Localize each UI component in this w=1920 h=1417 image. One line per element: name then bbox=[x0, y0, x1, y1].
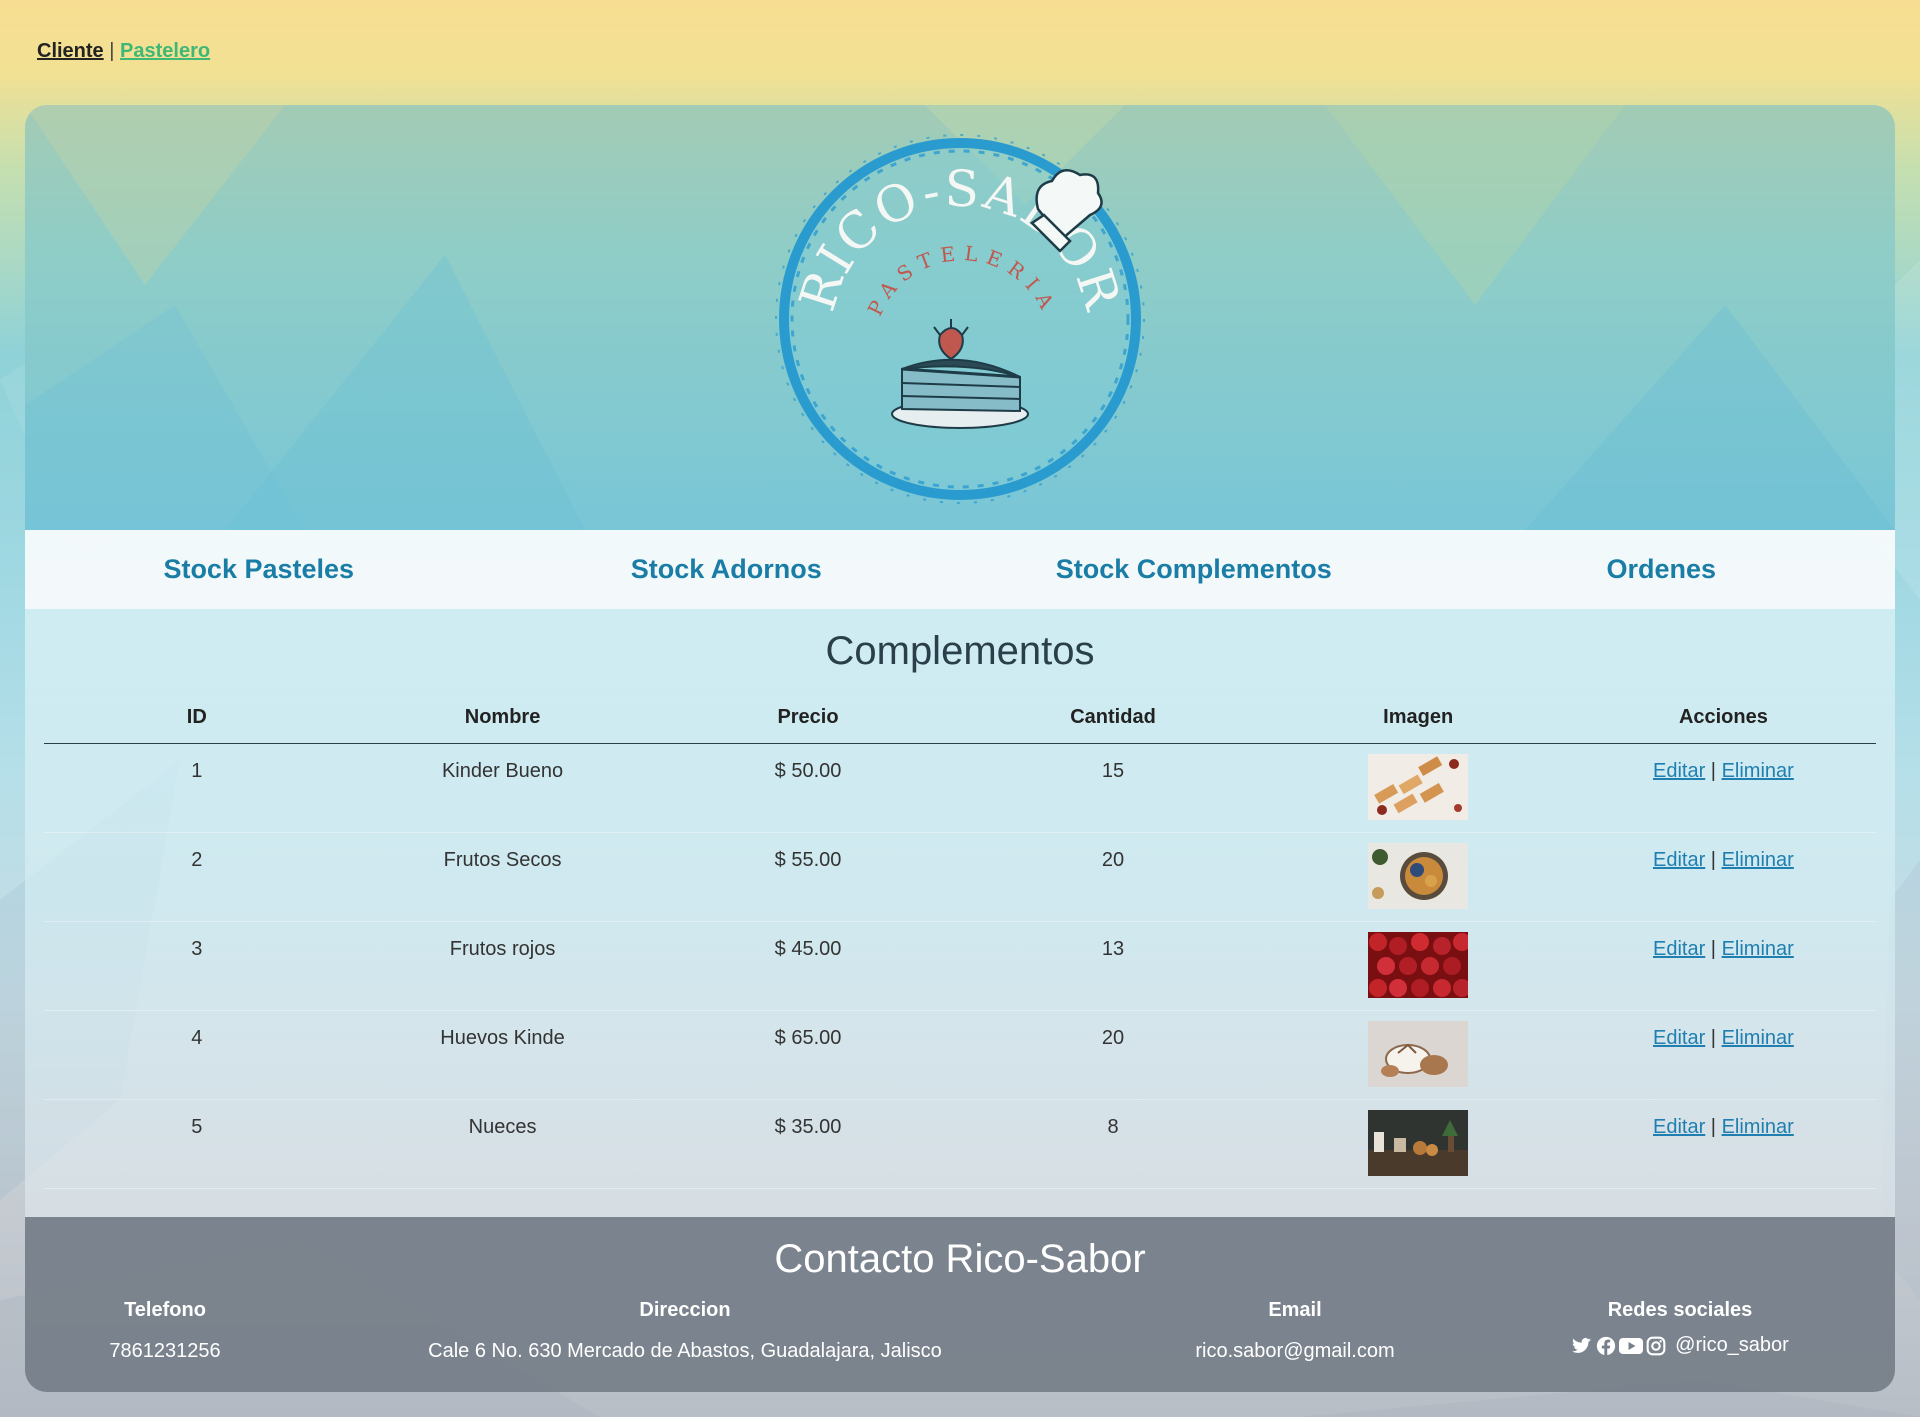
cell-id: 3 bbox=[44, 921, 350, 1011]
topnav-separator: | bbox=[109, 40, 115, 62]
twitter-icon[interactable] bbox=[1571, 1336, 1593, 1356]
telefono-label: Telefono bbox=[124, 1299, 206, 1321]
delete-link[interactable]: Eliminar bbox=[1722, 849, 1794, 871]
edit-link[interactable]: Editar bbox=[1653, 1027, 1705, 1049]
cell-precio: $ 65.00 bbox=[655, 1010, 961, 1100]
instagram-icon[interactable] bbox=[1646, 1336, 1666, 1356]
kinder-bueno-image bbox=[1368, 754, 1469, 820]
facebook-icon[interactable] bbox=[1596, 1336, 1616, 1356]
delete-link[interactable]: Eliminar bbox=[1722, 760, 1794, 782]
main-card: RICO-SABOR PASTELERIA bbox=[25, 105, 1895, 1392]
actions-separator: | bbox=[1710, 849, 1716, 871]
email-label: Email bbox=[1268, 1299, 1322, 1321]
table-header-row: ID Nombre Precio Cantidad Imagen Accione… bbox=[44, 691, 1876, 744]
actions-separator: | bbox=[1710, 1116, 1716, 1138]
redes-label: Redes sociales bbox=[1607, 1299, 1753, 1321]
direccion-label: Direccion bbox=[639, 1299, 731, 1321]
delete-link[interactable]: Eliminar bbox=[1722, 1027, 1794, 1049]
delete-link[interactable]: Eliminar bbox=[1722, 1116, 1794, 1138]
cell-nombre: Kinder Bueno bbox=[349, 743, 656, 833]
rico-sabor-logo: RICO-SABOR PASTELERIA bbox=[770, 129, 1150, 509]
cell-cantidad: 20 bbox=[960, 1010, 1266, 1100]
cell-acciones: Editar | Eliminar bbox=[1570, 921, 1876, 1011]
cell-imagen bbox=[1265, 1099, 1571, 1189]
youtube-icon[interactable] bbox=[1619, 1336, 1644, 1356]
cell-cantidad: 8 bbox=[960, 1099, 1266, 1189]
delete-link[interactable]: Eliminar bbox=[1722, 938, 1794, 960]
header-imagen: Imagen bbox=[1265, 691, 1571, 744]
edit-link[interactable]: Editar bbox=[1653, 1116, 1705, 1138]
footer-title: Contacto Rico-Sabor bbox=[774, 1237, 1146, 1281]
cell-nombre: Huevos Kinde bbox=[349, 1010, 656, 1100]
cell-id: 4 bbox=[44, 1010, 350, 1100]
cell-cantidad: 20 bbox=[960, 832, 1266, 922]
header-id: ID bbox=[44, 691, 350, 744]
table-row: 2 Frutos Secos $ 55.00 20 Editar | Elimi… bbox=[44, 832, 1876, 922]
table-row: 1 Kinder Bueno $ 50.00 15 Editar | Elimi… bbox=[44, 743, 1876, 833]
edit-link[interactable]: Editar bbox=[1653, 760, 1705, 782]
cell-acciones: Editar | Eliminar bbox=[1570, 832, 1876, 922]
email-value: rico.sabor@gmail.com bbox=[1195, 1340, 1395, 1362]
header-acciones: Acciones bbox=[1570, 691, 1876, 744]
footer-telefono: Telefono 7861231256 bbox=[65, 1299, 265, 1363]
cell-acciones: Editar | Eliminar bbox=[1570, 743, 1876, 833]
cell-imagen bbox=[1265, 832, 1571, 922]
edit-link[interactable]: Editar bbox=[1653, 938, 1705, 960]
huevos-kinder-image bbox=[1368, 1021, 1469, 1087]
header-nombre: Nombre bbox=[349, 691, 656, 744]
header-cantidad: Cantidad bbox=[960, 691, 1266, 744]
cell-acciones: Editar | Eliminar bbox=[1570, 1099, 1876, 1189]
direccion-value: Cale 6 No. 630 Mercado de Abastos, Guada… bbox=[428, 1340, 942, 1362]
social-handle: @rico_sabor bbox=[1675, 1334, 1789, 1356]
cell-imagen bbox=[1265, 921, 1571, 1011]
actions-separator: | bbox=[1710, 938, 1716, 960]
frutos-secos-image bbox=[1368, 843, 1469, 909]
social-links: @rico_sabor bbox=[1535, 1334, 1825, 1357]
hero-banner: RICO-SABOR PASTELERIA bbox=[25, 105, 1895, 530]
menu-stock-complementos[interactable]: Stock Complementos bbox=[960, 554, 1428, 585]
cell-id: 2 bbox=[44, 832, 350, 922]
table-row: 5 Nueces $ 35.00 8 Editar | Eliminar bbox=[44, 1099, 1876, 1189]
telefono-value: 7861231256 bbox=[109, 1340, 221, 1362]
cell-id: 5 bbox=[44, 1099, 350, 1189]
pastelero-link[interactable]: Pastelero bbox=[120, 40, 210, 62]
footer: Contacto Rico-Sabor Telefono 7861231256 … bbox=[25, 1217, 1895, 1392]
frutos-rojos-image bbox=[1368, 932, 1469, 998]
cell-nombre: Frutos rojos bbox=[349, 921, 656, 1011]
table-row: 4 Huevos Kinde $ 65.00 20 Editar | Elimi… bbox=[44, 1010, 1876, 1100]
cell-acciones: Editar | Eliminar bbox=[1570, 1010, 1876, 1100]
page-title: Complementos bbox=[825, 629, 1095, 673]
cell-precio: $ 45.00 bbox=[655, 921, 961, 1011]
cell-cantidad: 13 bbox=[960, 921, 1266, 1011]
nueces-image bbox=[1368, 1110, 1469, 1176]
edit-link[interactable]: Editar bbox=[1653, 849, 1705, 871]
top-nav: Cliente | Pastelero bbox=[37, 40, 210, 63]
header-precio: Precio bbox=[655, 691, 961, 744]
menu-stock-adornos[interactable]: Stock Adornos bbox=[493, 554, 961, 585]
footer-direccion: Direccion Cale 6 No. 630 Mercado de Abas… bbox=[365, 1299, 1005, 1363]
complementos-table: ID Nombre Precio Cantidad Imagen Accione… bbox=[44, 691, 1876, 1189]
cell-precio: $ 50.00 bbox=[655, 743, 961, 833]
cliente-link[interactable]: Cliente bbox=[37, 40, 104, 62]
actions-separator: | bbox=[1710, 760, 1716, 782]
menu-stock-pasteles[interactable]: Stock Pasteles bbox=[25, 554, 493, 585]
cell-nombre: Nueces bbox=[349, 1099, 656, 1189]
cell-precio: $ 55.00 bbox=[655, 832, 961, 922]
cell-imagen bbox=[1265, 1010, 1571, 1100]
actions-separator: | bbox=[1710, 1027, 1716, 1049]
cell-imagen bbox=[1265, 743, 1571, 833]
footer-redes: Redes sociales @rico_sabor bbox=[1535, 1299, 1825, 1357]
cell-cantidad: 15 bbox=[960, 743, 1266, 833]
cell-precio: $ 35.00 bbox=[655, 1099, 961, 1189]
footer-email: Email rico.sabor@gmail.com bbox=[1115, 1299, 1475, 1363]
main-menu: Stock Pasteles Stock Adornos Stock Compl… bbox=[25, 530, 1895, 609]
cell-nombre: Frutos Secos bbox=[349, 832, 656, 922]
menu-ordenes[interactable]: Ordenes bbox=[1428, 554, 1896, 585]
cell-id: 1 bbox=[44, 743, 350, 833]
table-row: 3 Frutos rojos $ 45.00 13 Editar | Elimi… bbox=[44, 921, 1876, 1011]
content-area: Complementos ID Nombre Precio Cantidad I… bbox=[25, 609, 1895, 1217]
